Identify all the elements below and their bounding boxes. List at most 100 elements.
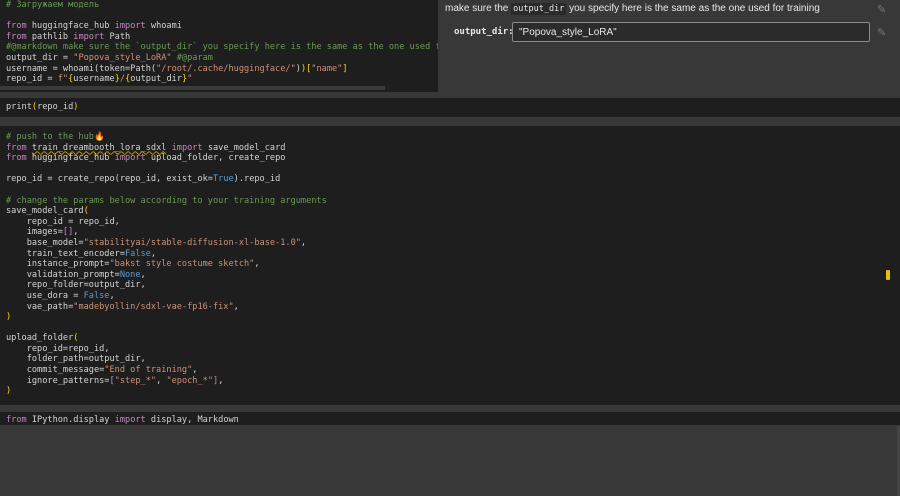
code-token: None [119, 269, 141, 280]
code-token: f" [57, 74, 69, 85]
code-line: upload_folder( [6, 333, 900, 344]
code-editor[interactable]: # push to the hub🔥 from train_dreambooth_… [0, 126, 900, 397]
code-token: # Загружаем модель [6, 0, 100, 10]
code-token: repo_folder=output_dir, [6, 280, 146, 291]
code-token: base_model= [6, 237, 84, 248]
code-token: ( [83, 206, 89, 217]
code-token: ] [342, 63, 348, 74]
horizontal-scrollbar[interactable] [0, 86, 385, 90]
code-token: " [187, 74, 193, 85]
code-token: False [83, 290, 110, 301]
code-token: "End of training" [104, 365, 193, 376]
code-token: username [73, 74, 115, 85]
edit-pencil-icon[interactable]: ✎ [877, 3, 889, 16]
code-token: , [150, 248, 157, 259]
code-token: , [156, 375, 167, 386]
code-line: vae_path="madebyollin/sdxl-vae-fp16-fix"… [6, 302, 900, 313]
warning-marker[interactable] [886, 270, 890, 280]
description-text: you specify here is the same as the one … [566, 3, 820, 14]
code-line: save_model_card( [6, 206, 900, 217]
code-line: print(repo_id) [6, 102, 900, 113]
code-line: repo_id = repo_id, [6, 217, 900, 228]
code-token: from [6, 415, 27, 425]
code-cell-display[interactable]: from IPython.display import display, Mar… [0, 412, 900, 425]
code-token: repo_id [37, 102, 74, 112]
code-token: Path [104, 31, 131, 42]
code-token: "epoch_*" [166, 375, 214, 386]
code-line: repo_id = f"{username}/{output_dir}" [6, 74, 438, 85]
code-token: # push to the hub🔥 [6, 132, 105, 142]
code-line: repo_id=repo_id, [6, 344, 900, 355]
code-token: import [114, 21, 146, 32]
code-token: train_text_encoder= [6, 248, 125, 259]
code-line: output_dir = "Popova_style_LoRA" #@param [6, 53, 438, 64]
code-token: import [171, 142, 203, 153]
code-token: repo_id = repo_id, [6, 216, 120, 227]
code-token: #@markdown make sure the `output_dir` yo… [6, 42, 438, 53]
code-cell-push-to-hub[interactable]: # push to the hub🔥 from train_dreambooth_… [0, 126, 900, 496]
code-line: # push to the hub🔥 [6, 132, 900, 143]
code-editor[interactable]: from IPython.display import display, Mar… [0, 412, 900, 426]
code-token: from [6, 21, 27, 32]
code-token: from [6, 31, 27, 42]
code-token: "step_*" [114, 375, 157, 386]
code-token: , [73, 227, 79, 238]
code-token: , [254, 259, 260, 270]
form-panel: make sure the output_dir you specify her… [440, 0, 900, 92]
code-token: from [6, 142, 27, 153]
code-token: True [212, 174, 234, 185]
code-token: instance_prompt= [6, 259, 110, 270]
code-token: save_model_card [202, 142, 286, 153]
code-token: pathlib [26, 31, 74, 42]
code-line: repo_id = create_repo(repo_id, exist_ok=… [6, 174, 900, 185]
code-line: ignore_patterns=["step_*", "epoch_*"], [6, 376, 900, 387]
code-line: train_text_encoder=False, [6, 249, 900, 260]
code-token: False [125, 248, 151, 259]
code-token: , [218, 375, 224, 386]
code-token: huggingface_hub [26, 153, 115, 164]
code-line: from train_dreambooth_lora_sdxl import s… [6, 143, 900, 154]
code-line: from huggingface_hub import whoami [6, 21, 438, 32]
code-token: ).repo_id [233, 174, 281, 185]
code-line: ) [6, 386, 900, 397]
code-editor[interactable]: # Загружаем модель from huggingface_hub i… [0, 0, 438, 85]
code-token: folder_path=output_dir, [6, 354, 146, 365]
code-token: ignore_patterns= [6, 375, 110, 386]
code-token: from [6, 153, 27, 164]
code-editor[interactable]: print(repo_id) [0, 98, 900, 113]
code-cell-load-model[interactable]: # Загружаем модель from huggingface_hub i… [0, 0, 438, 92]
form-description: make sure the output_dir you specify her… [445, 3, 820, 15]
code-token: import [114, 153, 146, 164]
code-token: huggingface_hub [26, 21, 115, 32]
code-line: from IPython.display import display, Mar… [6, 415, 900, 426]
code-token: , [300, 237, 307, 248]
code-token: ) [6, 312, 12, 323]
edit-pencil-icon[interactable]: ✎ [877, 26, 889, 39]
code-token: , [140, 269, 146, 280]
code-line: username = whoami(token=Path("/root/.cac… [6, 64, 438, 75]
code-token: validation_prompt= [6, 269, 120, 280]
code-token: , [233, 301, 239, 312]
code-token: "stabilityai/stable-diffusion-xl-base-1.… [83, 237, 301, 248]
code-token: username = whoami(token=Path( [6, 63, 157, 74]
code-line: ) [6, 312, 900, 323]
code-line: # change the params below according to y… [6, 196, 900, 207]
code-token: whoami [145, 21, 182, 32]
code-token: upload_folder, create_repo [145, 153, 286, 164]
code-token: [] [62, 227, 74, 238]
code-token: use_dora = [6, 290, 84, 301]
output-dir-input[interactable] [512, 22, 870, 42]
output-dir-label: output_dir: [454, 27, 514, 37]
code-token: output_dir = [6, 52, 74, 63]
code-cell-print[interactable]: print(repo_id) [0, 98, 900, 117]
code-token: #@param [171, 52, 213, 63]
code-token: vae_path= [6, 301, 74, 312]
code-token: "Popova_style_LoRA" [73, 52, 172, 63]
code-line: folder_path=output_dir, [6, 354, 900, 365]
code-token: import [73, 31, 105, 42]
code-token: )[ [300, 63, 312, 74]
code-token: repo_id = create_repo(repo_id, exist_ok= [6, 174, 213, 185]
code-token: train_dreambooth_lora_sdxl [31, 142, 167, 153]
code-line: #@markdown make sure the `output_dir` yo… [6, 42, 438, 53]
